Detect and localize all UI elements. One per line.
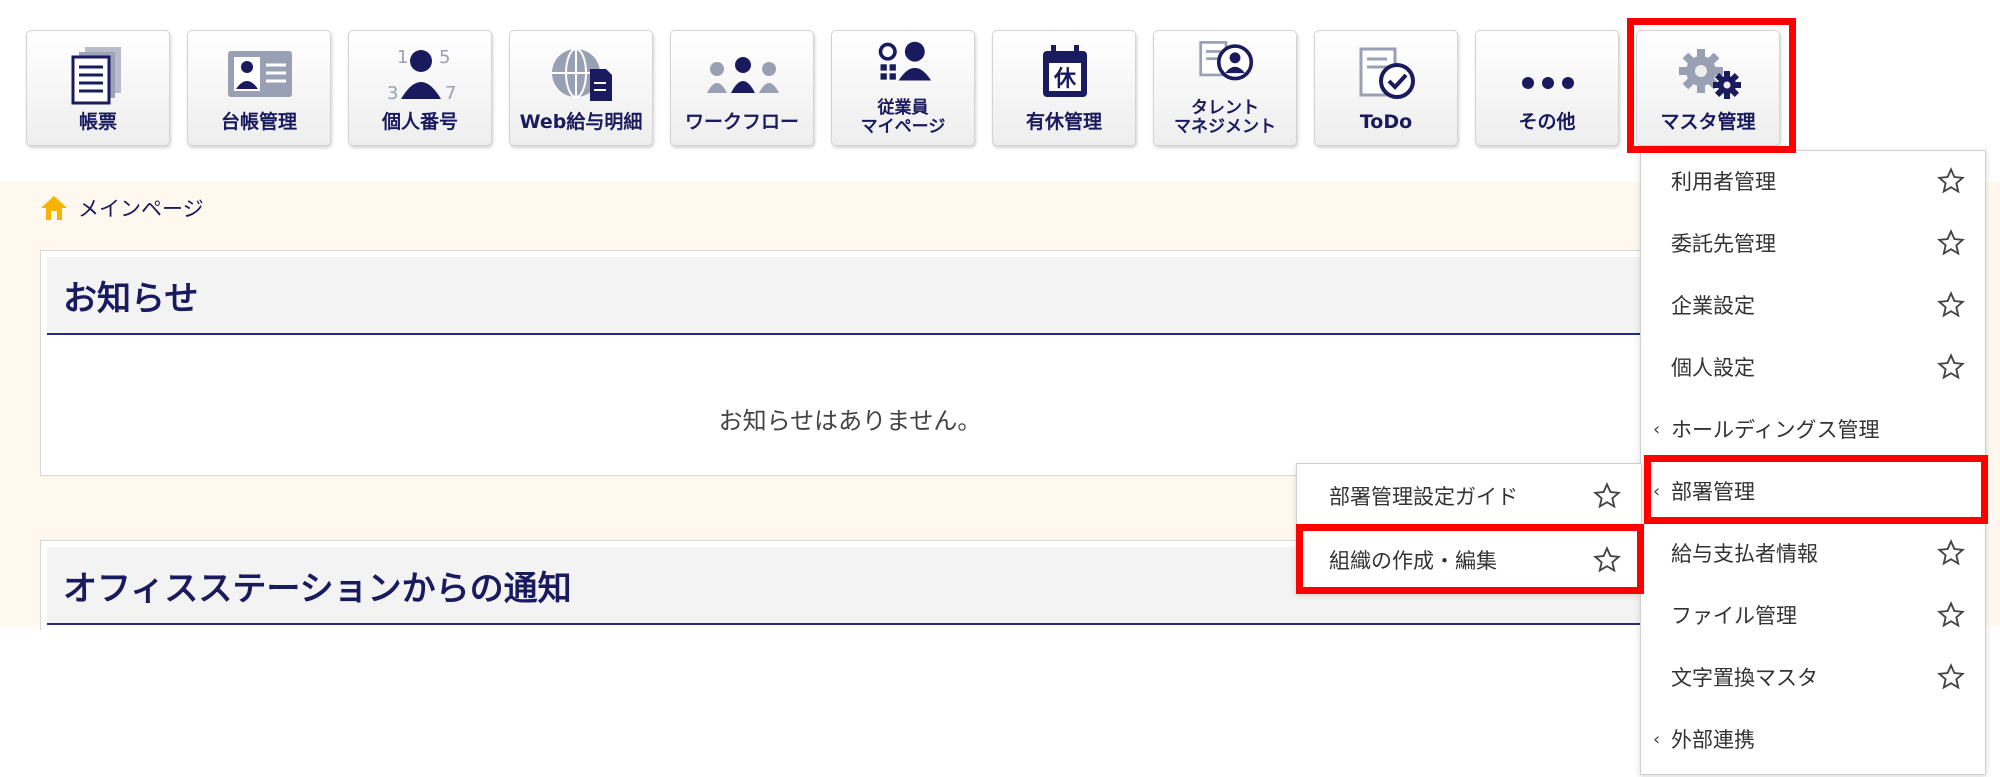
menu-item-department-management[interactable]: ‹ 部署管理	[1641, 461, 1987, 523]
nav-tile-label: 個人番号	[381, 111, 458, 133]
nav-tile-personal-number[interactable]: 1 5 3 7 個人番号	[348, 30, 492, 146]
nav-tile-label: 従業員 マイページ	[860, 98, 946, 137]
menu-item-label: ホールディングス管理	[1671, 418, 1880, 442]
menu-item-label: ファイル管理	[1671, 604, 1797, 628]
menu-item-user-management[interactable]: 利用者管理	[1641, 151, 1987, 213]
menu-item-label: 企業設定	[1671, 294, 1755, 318]
star-icon[interactable]	[1937, 167, 1965, 195]
nav-tile-label: タレント マネジメント	[1174, 98, 1276, 137]
chevron-left-icon: ‹	[1653, 419, 1661, 440]
employee-mypage-icon	[878, 41, 932, 81]
gear-icon	[1679, 49, 1741, 99]
notices-empty-message: お知らせはありません。	[718, 407, 982, 435]
nav-tile-label: 有休管理	[1025, 111, 1102, 133]
menu-item-label: 利用者管理	[1671, 170, 1776, 194]
nav-tile-label: 台帳管理	[220, 111, 297, 133]
star-icon[interactable]	[1593, 546, 1621, 574]
breadcrumb: メインページ	[40, 190, 204, 226]
menu-item-personal-settings[interactable]: 個人設定	[1641, 337, 1987, 399]
svg-text:7: 7	[445, 83, 456, 104]
nav-tile-report[interactable]: 帳票	[26, 30, 170, 146]
department-management-submenu: 部署管理設定ガイド 組織の作成・編集	[1296, 463, 1642, 593]
breadcrumb-home-link[interactable]: メインページ	[78, 193, 204, 223]
home-icon[interactable]	[40, 194, 68, 222]
nav-tile-label: ToDo	[1359, 111, 1413, 133]
star-icon[interactable]	[1937, 229, 1965, 257]
web-payslip-icon	[552, 48, 612, 101]
nav-tile-label: 帳票	[78, 111, 117, 133]
menu-item-contractor-management[interactable]: 委託先管理	[1641, 213, 1987, 275]
submenu-item-label: 組織の作成・編集	[1329, 549, 1497, 573]
ledger-icon	[228, 51, 292, 97]
notices-header: お知らせ	[47, 257, 1653, 335]
master-management-menu: 利用者管理 委託先管理 企業設定 個人設定 ‹ ホールディングス管理 ‹ 部署管…	[1640, 150, 1986, 775]
nav-tile-workflow[interactable]: ワークフロー	[670, 30, 814, 146]
paid-leave-icon: 休	[1043, 45, 1087, 97]
menu-item-payer-info[interactable]: 給与支払者情報	[1641, 523, 1987, 585]
menu-item-character-replacement[interactable]: 文字置換マスタ	[1641, 647, 1987, 709]
menu-item-label: 文字置換マスタ	[1671, 666, 1818, 690]
menu-item-company-settings[interactable]: 企業設定	[1641, 275, 1987, 337]
nav-tile-label: Web給与明細	[519, 111, 643, 133]
menu-item-label: 外部連携	[1671, 728, 1755, 752]
submenu-item-create-edit-organization[interactable]: 組織の作成・編集	[1297, 530, 1643, 592]
more-icon	[1522, 77, 1574, 89]
menu-item-holdings-management[interactable]: ‹ ホールディングス管理	[1641, 399, 1987, 461]
notices-title: お知らせ	[63, 278, 199, 319]
nav-tile-label: マスタ管理	[1660, 111, 1756, 133]
svg-text:1: 1	[397, 47, 408, 68]
chevron-left-icon: ‹	[1653, 481, 1661, 502]
star-icon[interactable]	[1593, 482, 1621, 510]
nav-tile-talent-management[interactable]: タレント マネジメント	[1153, 30, 1297, 146]
personal-number-icon: 1 5 3 7	[387, 47, 456, 104]
chevron-left-icon: ‹	[1653, 729, 1661, 750]
menu-item-label: 部署管理	[1671, 480, 1755, 504]
report-icon	[71, 47, 121, 105]
nav-tile-paid-leave[interactable]: 休 有休管理	[992, 30, 1136, 146]
star-icon[interactable]	[1937, 291, 1965, 319]
paid-leave-badge: 休	[1053, 67, 1077, 92]
nav-tile-todo[interactable]: ToDo	[1314, 30, 1458, 146]
star-icon[interactable]	[1937, 539, 1965, 567]
nav-tile-employee-mypage[interactable]: 従業員 マイページ	[831, 30, 975, 146]
submenu-item-department-setup-guide[interactable]: 部署管理設定ガイド	[1297, 466, 1643, 528]
star-icon[interactable]	[1937, 601, 1965, 629]
menu-item-file-management[interactable]: ファイル管理	[1641, 585, 1987, 647]
todo-icon	[1359, 47, 1415, 99]
menu-item-label: 委託先管理	[1671, 232, 1776, 256]
menu-item-external-integration[interactable]: ‹ 外部連携	[1641, 709, 1987, 771]
nav-tile-label: ワークフロー	[684, 111, 799, 133]
nav-tile-ledger[interactable]: 台帳管理	[187, 30, 331, 146]
star-icon[interactable]	[1937, 663, 1965, 691]
svg-text:5: 5	[439, 47, 450, 68]
notices-panel: お知らせ お知らせはありません。	[40, 250, 1660, 476]
talent-management-icon	[1199, 41, 1254, 81]
svg-text:3: 3	[387, 83, 398, 104]
menu-item-label: 個人設定	[1671, 356, 1755, 380]
nav-tile-web-payslip[interactable]: Web給与明細	[509, 30, 653, 146]
menu-item-label: 給与支払者情報	[1671, 542, 1818, 566]
star-icon[interactable]	[1937, 353, 1965, 381]
nav-tile-label: その他	[1518, 111, 1576, 133]
submenu-item-label: 部署管理設定ガイド	[1329, 485, 1518, 509]
top-navigation: 帳票 台帳管理 1 5 3 7 個人番号 Web給与明細 ワークフロー 従業員 …	[0, 0, 2000, 175]
nav-tile-master-management[interactable]: マスタ管理	[1636, 30, 1780, 146]
workflow-icon	[707, 57, 779, 93]
nav-tile-more[interactable]: その他	[1475, 30, 1619, 146]
office-notices-title: オフィスステーションからの通知	[63, 568, 572, 609]
